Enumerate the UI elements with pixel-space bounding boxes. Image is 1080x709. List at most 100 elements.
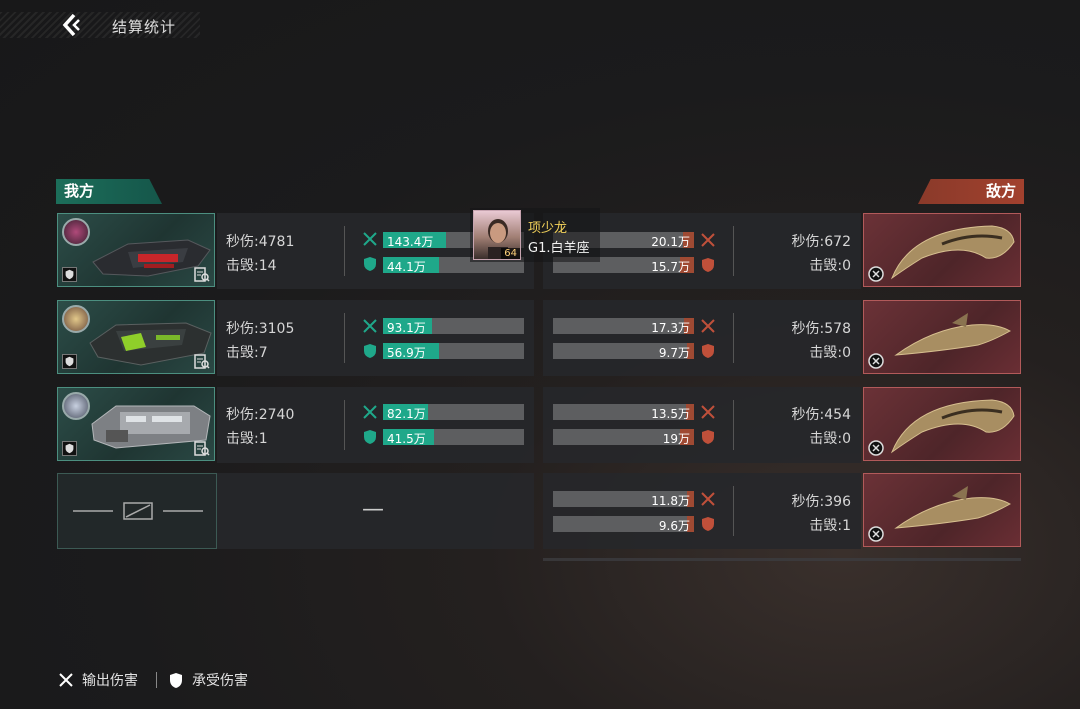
- enemy-ship-thumbnail[interactable]: [863, 300, 1021, 374]
- empty-ship-slot[interactable]: [57, 473, 217, 549]
- shield-icon: [364, 430, 376, 444]
- shield-icon: [364, 344, 376, 358]
- damage-taken-bar: 19万: [553, 429, 694, 446]
- dps-label: 秒伤:: [226, 407, 259, 423]
- damage-taken-value: 9.6万: [658, 519, 690, 533]
- damage-dealt-value: 82.1万: [387, 407, 426, 421]
- enemy-ship-thumbnail[interactable]: [863, 213, 1021, 287]
- player-avatar[interactable]: 64: [473, 210, 521, 260]
- divider: [344, 313, 345, 363]
- dps-value: 3105: [258, 321, 295, 337]
- back-chevron-icon[interactable]: [58, 12, 84, 38]
- shield-icon: [170, 673, 182, 688]
- kills-label: 击毁:: [226, 431, 259, 447]
- ally-side-header: 我方: [56, 179, 162, 204]
- pilot-avatar: [62, 218, 90, 246]
- dps-stat: 秒伤:454: [792, 404, 851, 424]
- kills-value: 0: [842, 258, 851, 274]
- enemy-ship-thumbnail[interactable]: [863, 387, 1021, 461]
- shield-badge-icon: [62, 267, 77, 282]
- enemy-ship-thumbnail[interactable]: [863, 473, 1021, 547]
- document-search-icon[interactable]: [194, 267, 210, 282]
- ally-ship-thumbnail[interactable]: [57, 300, 215, 374]
- ally-ship-thumbnail[interactable]: [57, 213, 215, 287]
- enemy-row-panel: [543, 387, 861, 463]
- dps-stat: 秒伤:396: [792, 491, 851, 511]
- ally-ship-thumbnail[interactable]: [57, 387, 215, 461]
- kills-stat: 击毁:0: [809, 342, 851, 362]
- damage-dealt-bar: 17.3万: [553, 318, 694, 335]
- kills-label: 击毁:: [809, 431, 843, 447]
- kills-value: 7: [258, 345, 268, 361]
- pilot-avatar: [62, 392, 90, 420]
- dps-value: 454: [824, 407, 851, 423]
- page-title: 结算统计: [112, 18, 177, 36]
- dps-stat: 秒伤:2740: [226, 404, 294, 424]
- dps-stat: 秒伤:4781: [226, 231, 294, 251]
- empty-placeholder: —: [362, 497, 384, 522]
- divider: [733, 313, 734, 363]
- shield-icon: [702, 344, 714, 358]
- damage-dealt-value: 17.3万: [651, 321, 690, 335]
- damage-dealt-value: 143.4万: [387, 235, 434, 249]
- kills-stat: 击毁:7: [226, 342, 268, 362]
- crossed-swords-icon: [701, 319, 715, 333]
- damage-taken-bar: 41.5万: [383, 429, 524, 446]
- divider: [733, 400, 734, 450]
- crossed-swords-icon: [59, 673, 73, 687]
- kills-value: 0: [842, 431, 851, 447]
- crossed-swords-icon: [363, 232, 377, 246]
- dps-value: 4781: [258, 234, 295, 250]
- shield-icon: [702, 430, 714, 444]
- damage-taken-value: 15.7万: [651, 260, 690, 274]
- dps-label: 秒伤:: [791, 407, 825, 423]
- dps-label: 秒伤:: [791, 494, 825, 510]
- shield-icon: [702, 258, 714, 272]
- crossed-swords-icon: [363, 405, 377, 419]
- crosshair-icon: [868, 526, 884, 542]
- damage-taken-value: 19万: [662, 432, 690, 446]
- damage-dealt-bar: 11.8万: [553, 491, 694, 508]
- dps-label: 秒伤:: [791, 234, 825, 250]
- dps-label: 秒伤:: [226, 321, 259, 337]
- kills-value: 1: [842, 518, 851, 534]
- dps-label: 秒伤:: [226, 234, 259, 250]
- list-scroll-edge: [543, 558, 1021, 561]
- document-search-icon[interactable]: [194, 354, 210, 369]
- player-level: 64: [501, 248, 520, 259]
- document-search-icon[interactable]: [194, 441, 210, 456]
- ally-row-panel: [217, 387, 534, 463]
- crosshair-icon: [868, 266, 884, 282]
- dps-value: 2740: [258, 407, 295, 423]
- legend-separator: [156, 672, 157, 688]
- empty-slot-icon: [73, 502, 203, 520]
- divider: [344, 400, 345, 450]
- kills-stat: 击毁:0: [809, 428, 851, 448]
- enemy-row-panel: [543, 300, 861, 376]
- damage-taken-value: 56.9万: [387, 346, 426, 360]
- dps-stat: 秒伤:3105: [226, 318, 294, 338]
- kills-label: 击毁:: [226, 345, 259, 361]
- damage-taken-bar: 56.9万: [383, 343, 524, 360]
- crosshair-icon: [868, 440, 884, 456]
- kills-value: 0: [842, 345, 851, 361]
- damage-taken-value: 44.1万: [387, 260, 426, 274]
- crossed-swords-icon: [701, 233, 715, 247]
- damage-dealt-value: 93.1万: [387, 321, 426, 335]
- damage-dealt-value: 20.1万: [651, 235, 690, 249]
- crossed-swords-icon: [701, 405, 715, 419]
- kills-value: 1: [258, 431, 268, 447]
- enemy-row-panel: [543, 473, 861, 549]
- damage-taken-bar: 9.7万: [553, 343, 694, 360]
- shield-badge-icon: [62, 354, 77, 369]
- shield-badge-icon: [62, 441, 77, 456]
- pilot-avatar: [62, 305, 90, 333]
- damage-taken-value: 41.5万: [387, 432, 426, 446]
- legend-damage-taken: 承受伤害: [192, 673, 248, 689]
- dps-stat: 秒伤:672: [792, 231, 851, 251]
- kills-stat: 击毁:1: [226, 428, 268, 448]
- shield-icon: [364, 257, 376, 271]
- alien-ship-image: [894, 486, 1012, 529]
- crossed-swords-icon: [363, 319, 377, 333]
- dps-stat: 秒伤:578: [792, 318, 851, 338]
